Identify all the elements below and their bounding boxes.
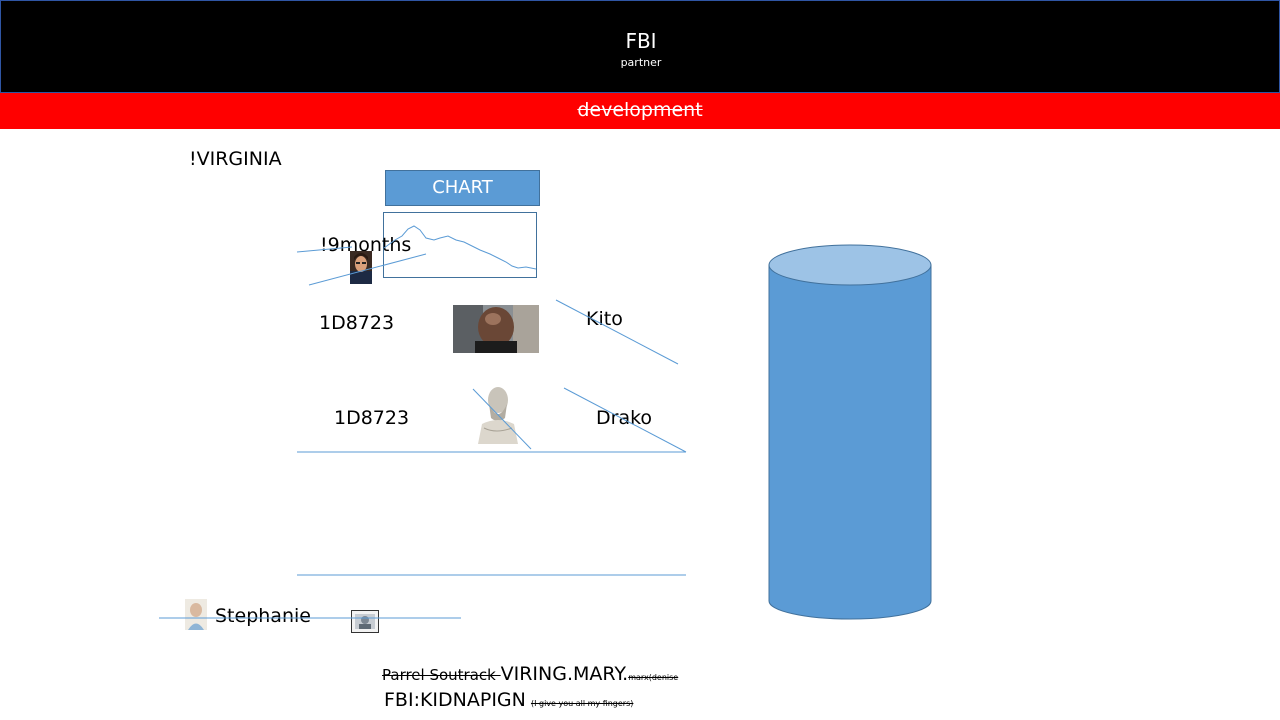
footer-line-2-main: FBI:KIDNAPIGN	[384, 689, 526, 711]
code-label-2: 1D8723	[334, 407, 410, 429]
header-bar: FBI partner	[0, 0, 1280, 93]
footer-line-2: FBI:KIDNAPIGN (I give you all my fingers…	[384, 689, 633, 711]
footer-line-1: Parrel Soutrack VIRING.MARY.marx(denise	[382, 663, 678, 685]
footer-line-2-small: (I give you all my fingers)	[530, 699, 634, 708]
stephanie-avatar	[185, 599, 207, 630]
drako-label: Drako	[596, 407, 653, 429]
portrait-thumbnail	[350, 251, 372, 284]
code-label-1: 1D8723	[319, 312, 395, 334]
chart-button[interactable]: CHART	[385, 170, 540, 206]
virginia-label: !VIRGINIA	[189, 148, 282, 170]
banner-text: development	[577, 99, 703, 121]
banner-bar: development	[0, 93, 1280, 129]
header-title: FBI	[625, 29, 657, 53]
header-subtitle: partner	[620, 56, 662, 69]
kito-label: Kito	[586, 308, 623, 330]
footer-line-1-small: marx(denise	[628, 673, 679, 682]
cylinder-shape	[768, 244, 932, 620]
footer-line-1-strike: Parrel Soutrack	[382, 666, 501, 684]
slide-canvas: FBI partner development !VIRGINIA CHART …	[0, 0, 1280, 720]
bald-head-photo	[453, 305, 539, 353]
bust-statue-image	[472, 384, 520, 444]
small-framed-picture	[351, 610, 379, 633]
stephanie-label: Stephanie	[215, 605, 311, 627]
footer-line-1-main: VIRING.MARY.	[500, 663, 629, 685]
